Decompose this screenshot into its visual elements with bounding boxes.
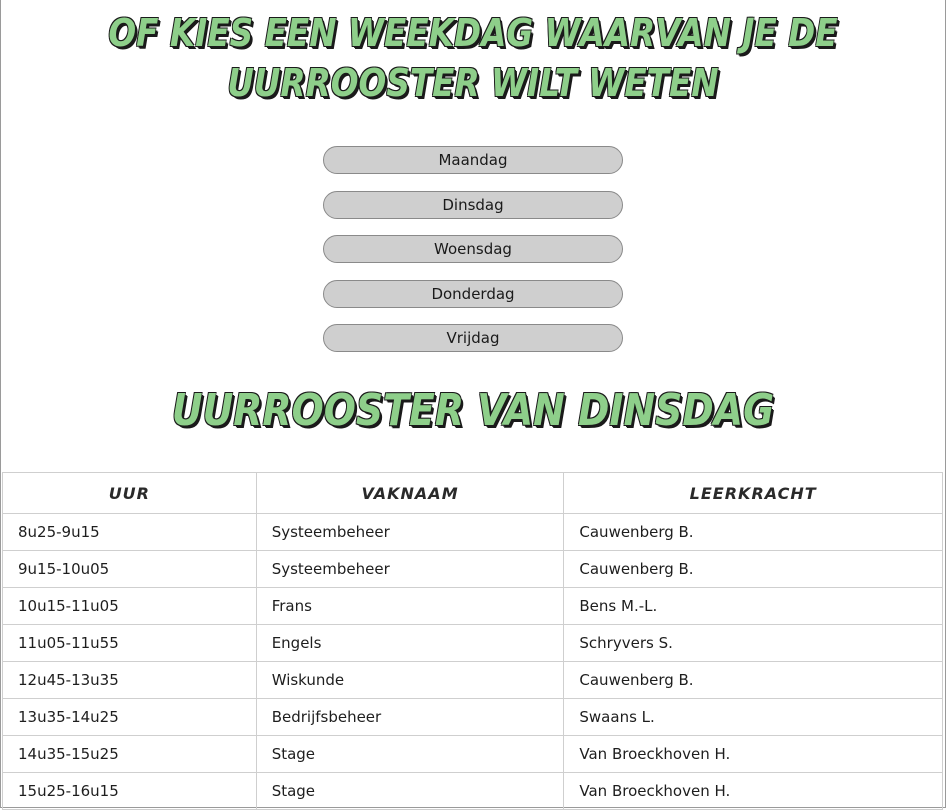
table-row: 13u35-14u25 Bedrijfsbeheer Swaans L. <box>2 698 943 736</box>
table-row: 12u45-13u35 Wiskunde Cauwenberg B. <box>2 661 943 699</box>
table-row: 10u15-11u05 Frans Bens M.-L. <box>2 587 943 625</box>
day-button-maandag[interactable]: Maandag <box>323 146 623 174</box>
cell-uur: 11u05-11u55 <box>2 624 257 662</box>
cell-leerkracht: Van Broeckhoven H. <box>563 772 943 810</box>
cell-uur: 13u35-14u25 <box>2 698 257 736</box>
cell-uur: 9u15-10u05 <box>2 550 257 588</box>
cell-leerkracht: Van Broeckhoven H. <box>563 735 943 773</box>
table-row: 15u25-16u15 Stage Van Broeckhoven H. <box>2 772 943 810</box>
cell-vaknaam: Systeembeheer <box>255 550 565 588</box>
table-row: 8u25-9u15 Systeembeheer Cauwenberg B. <box>2 513 943 551</box>
cell-uur: 14u35-15u25 <box>2 735 257 773</box>
day-button-vrijdag[interactable]: Vrijdag <box>323 324 623 352</box>
cell-vaknaam: Frans <box>255 587 565 625</box>
cell-vaknaam: Systeembeheer <box>255 513 565 551</box>
day-button-donderdag[interactable]: Donderdag <box>323 279 623 308</box>
cell-leerkracht: Cauwenberg B. <box>563 661 943 699</box>
day-button-list: Maandag Dinsdag Woensdag Donderdag Vrijd… <box>323 146 623 369</box>
cell-uur: 8u25-9u15 <box>2 513 257 551</box>
cell-vaknaam: Wiskunde <box>255 661 565 699</box>
cell-uur: 10u15-11u05 <box>2 587 257 625</box>
cell-uur: 12u45-13u35 <box>2 661 257 699</box>
choose-day-heading: of kies een weekdag waarvan je de uurroo… <box>108 11 838 105</box>
cell-uur: 15u25-16u15 <box>2 772 257 810</box>
schedule-table: Uur Vaknaam Leerkracht 8u25-9u15 Systeem… <box>2 472 943 810</box>
cell-vaknaam: Bedrijfsbeheer <box>255 698 565 736</box>
table-row: 11u05-11u55 Engels Schryvers S. <box>2 624 943 662</box>
column-header-uur: Uur <box>2 472 257 514</box>
cell-leerkracht: Bens M.-L. <box>563 587 943 625</box>
day-button-woensdag[interactable]: Woensdag <box>323 235 623 263</box>
column-header-leerkracht: Leerkracht <box>563 472 943 514</box>
cell-leerkracht: Swaans L. <box>563 698 943 736</box>
column-header-vaknaam: Vaknaam <box>255 472 565 514</box>
cell-vaknaam: Stage <box>255 772 565 810</box>
day-button-dinsdag[interactable]: Dinsdag <box>323 190 623 219</box>
table-row: 9u15-10u05 Systeembeheer Cauwenberg B. <box>2 550 943 588</box>
cell-leerkracht: Cauwenberg B. <box>563 550 943 588</box>
cell-vaknaam: Engels <box>255 624 565 662</box>
table-row: 14u35-15u25 Stage Van Broeckhoven H. <box>2 735 943 773</box>
cell-leerkracht: Cauwenberg B. <box>563 513 943 551</box>
cell-leerkracht: Schryvers S. <box>563 624 943 662</box>
schedule-title: Uurrooster van Dinsdag <box>171 385 775 436</box>
cell-vaknaam: Stage <box>255 735 565 773</box>
table-header-row: Uur Vaknaam Leerkracht <box>2 472 943 514</box>
